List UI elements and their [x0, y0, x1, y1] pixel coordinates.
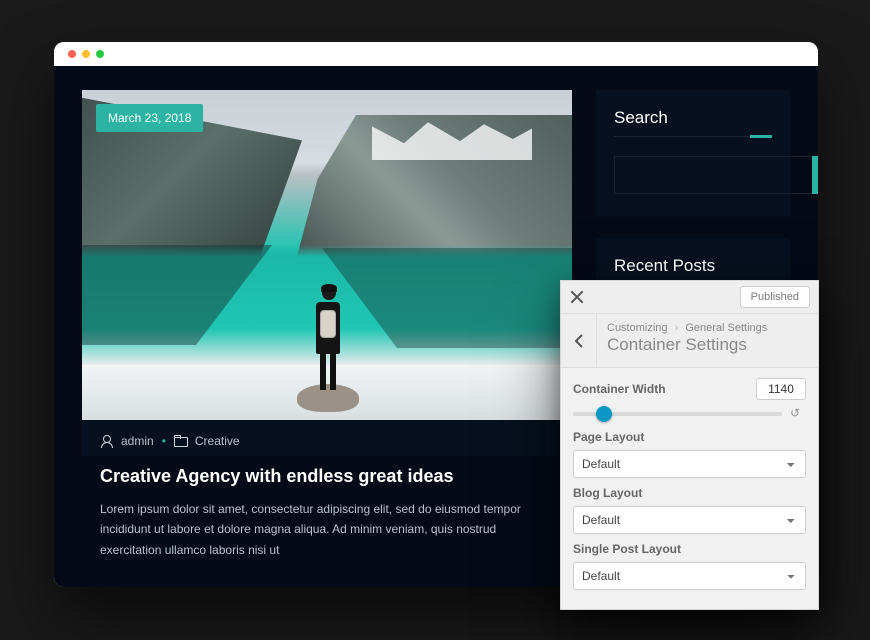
breadcrumb-0[interactable]: Customizing: [607, 322, 668, 334]
back-button[interactable]: [561, 314, 597, 367]
field-page-layout: Page Layout Default: [573, 430, 806, 478]
customizer-body: Container Width ↺ Page Layout Default Bl…: [561, 368, 818, 612]
post-featured-image[interactable]: March 23, 2018: [82, 90, 572, 420]
panel-title: Container Settings: [607, 335, 767, 355]
reset-icon[interactable]: ↺: [790, 406, 806, 422]
post-date-badge[interactable]: March 23, 2018: [96, 104, 203, 132]
window-controls: [54, 42, 818, 66]
main-column: March 23, 2018 admin • Creative Creative…: [82, 90, 572, 563]
post-author[interactable]: admin: [121, 434, 154, 448]
publish-status[interactable]: Published: [740, 286, 810, 308]
close-icon[interactable]: [569, 289, 585, 305]
folder-icon: [174, 435, 187, 448]
field-container-width: Container Width ↺: [573, 378, 806, 422]
slider-container-width[interactable]: [573, 412, 782, 416]
search-button[interactable]: Search: [812, 156, 818, 194]
label-blog-layout: Blog Layout: [573, 486, 642, 500]
post-excerpt: Lorem ipsum dolor sit amet, consectetur …: [82, 493, 572, 576]
search-widget: Search Search: [596, 90, 790, 216]
customizer-header: Customizing › General Settings Container…: [561, 314, 818, 368]
minimize-dot-icon[interactable]: [82, 50, 90, 58]
customizer-panel: Published Customizing › General Settings…: [560, 280, 819, 610]
select-page-layout[interactable]: Default: [573, 450, 806, 478]
select-single-post-layout[interactable]: Default: [573, 562, 806, 590]
field-blog-layout: Blog Layout Default: [573, 486, 806, 534]
close-dot-icon[interactable]: [68, 50, 76, 58]
meta-separator: •: [162, 434, 166, 448]
breadcrumb-1[interactable]: General Settings: [685, 322, 767, 334]
user-icon: [100, 435, 113, 448]
search-input[interactable]: [614, 156, 812, 194]
select-blog-layout[interactable]: Default: [573, 506, 806, 534]
chevron-right-icon: ›: [675, 322, 679, 334]
slider-thumb[interactable]: [596, 406, 612, 422]
maximize-dot-icon[interactable]: [96, 50, 104, 58]
input-container-width[interactable]: [756, 378, 806, 400]
field-single-post-layout: Single Post Layout Default: [573, 542, 806, 590]
post-title[interactable]: Creative Agency with endless great ideas: [82, 456, 572, 493]
post-meta: admin • Creative: [82, 420, 572, 456]
label-page-layout: Page Layout: [573, 430, 644, 444]
post-category[interactable]: Creative: [195, 434, 240, 448]
chevron-left-icon: [574, 334, 583, 348]
label-container-width: Container Width: [573, 382, 666, 396]
search-widget-title: Search: [614, 108, 772, 144]
customizer-topbar: Published: [561, 281, 818, 314]
breadcrumb: Customizing › General Settings: [607, 322, 767, 334]
label-single-post-layout: Single Post Layout: [573, 542, 681, 556]
